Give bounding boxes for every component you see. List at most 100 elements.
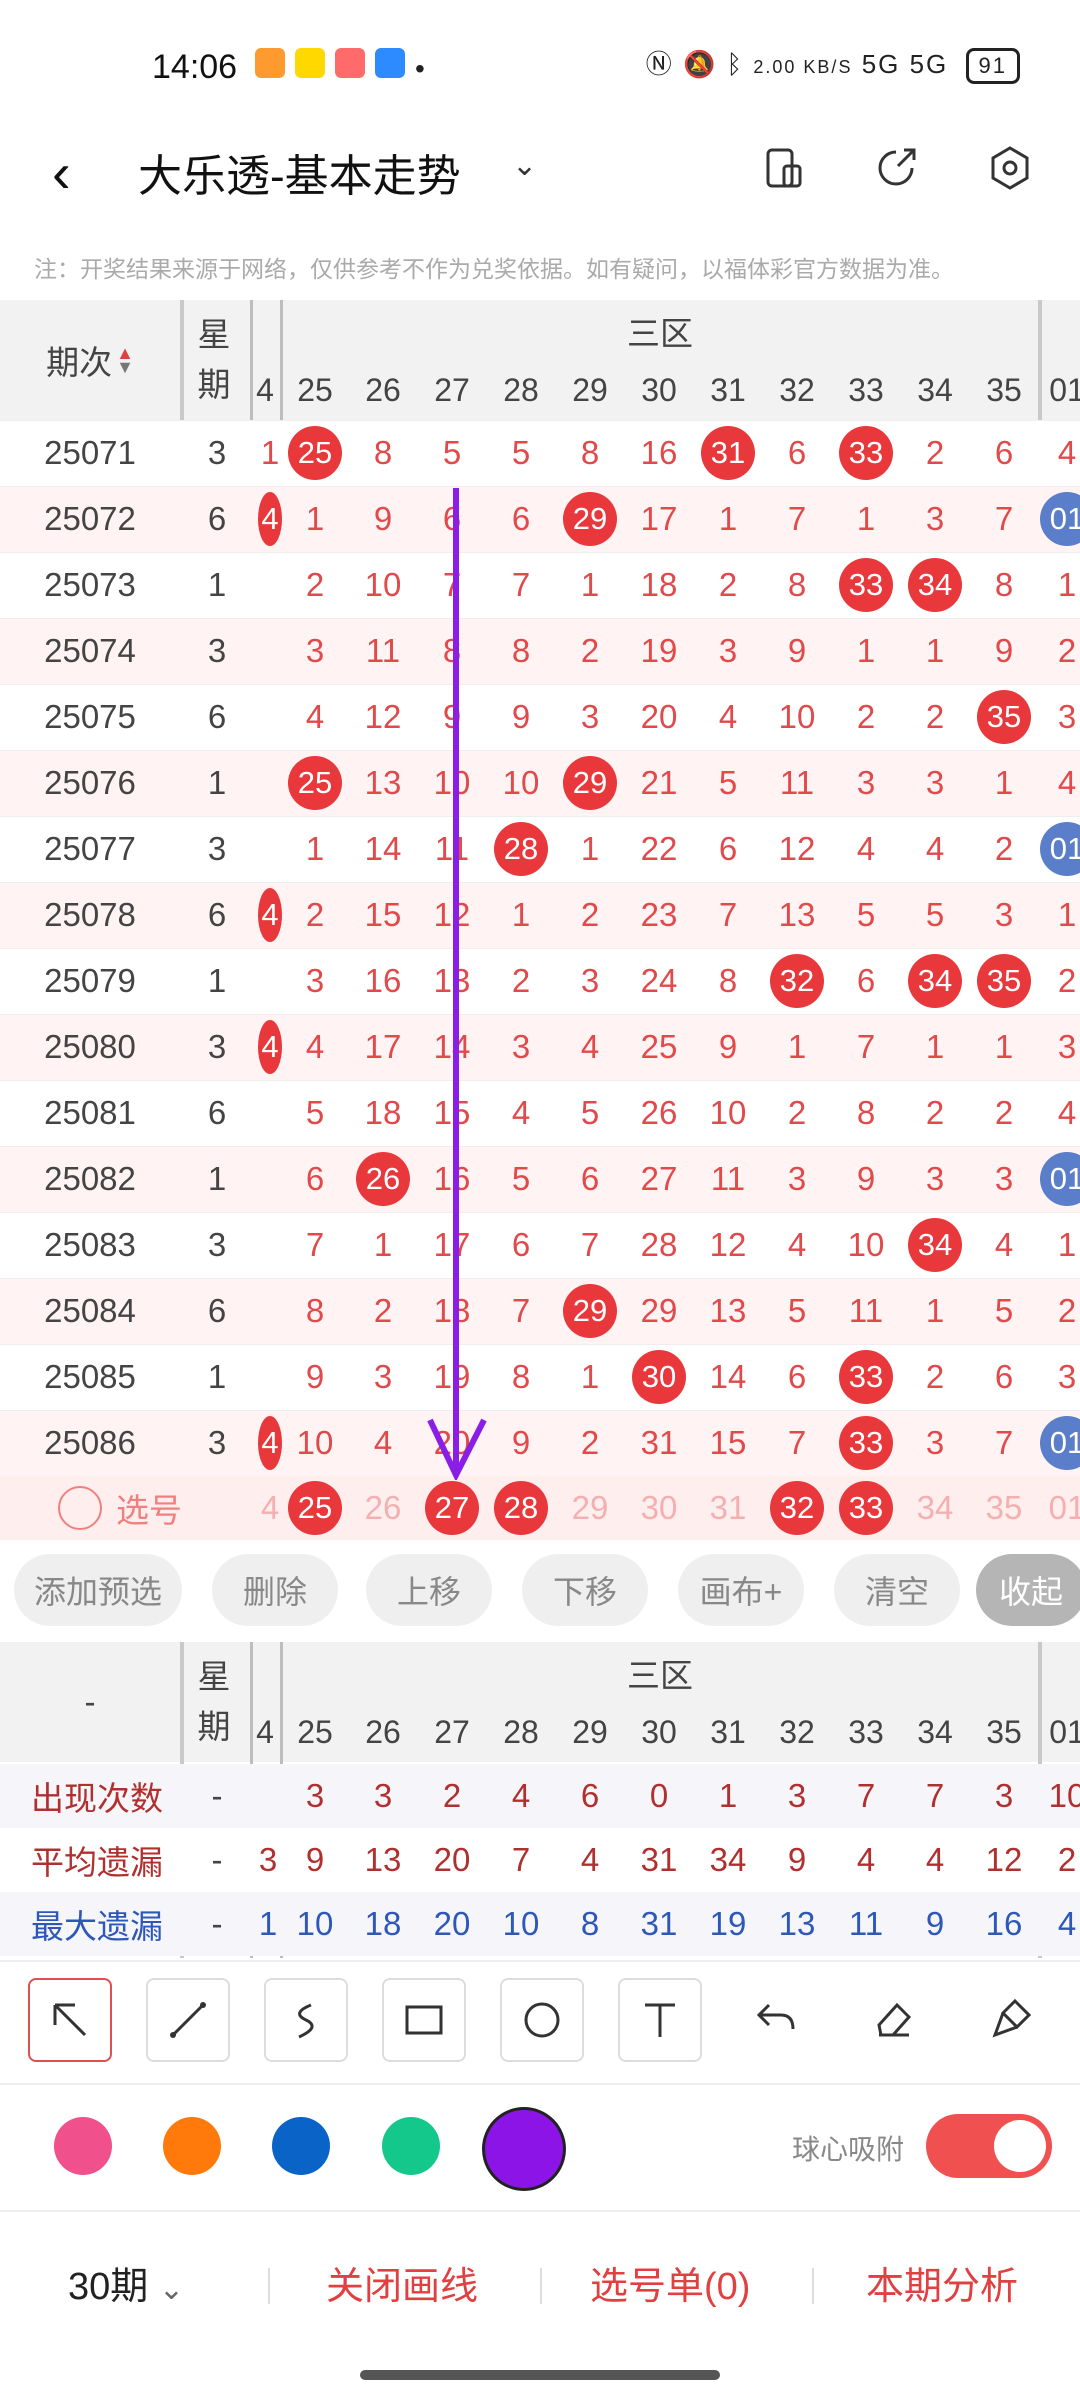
miss-count: 1 bbox=[580, 1358, 600, 1395]
row-issue: 25074 bbox=[44, 632, 136, 669]
clear-brush-icon[interactable] bbox=[972, 1978, 1052, 2058]
device-icon[interactable] bbox=[754, 138, 814, 198]
line-tool-icon[interactable] bbox=[146, 1978, 230, 2062]
analysis-button[interactable]: 本期分析 bbox=[866, 2255, 1018, 2310]
color-swatch[interactable] bbox=[482, 2107, 566, 2191]
rectangle-tool-icon[interactable] bbox=[382, 1978, 466, 2062]
stats-number-header: 30 bbox=[641, 1713, 677, 1750]
miss-count: 8 bbox=[856, 1094, 876, 1131]
number-ball: 33 bbox=[839, 1416, 893, 1470]
miss-count: 15 bbox=[709, 1424, 747, 1461]
stats-cell: 6 bbox=[580, 1777, 600, 1814]
stats-week: - bbox=[211, 1905, 223, 1942]
table-cell: 2 bbox=[1033, 948, 1080, 1014]
period-selector[interactable]: 30期 ⌄ bbox=[68, 2255, 184, 2310]
table-cell: 4 bbox=[281, 684, 349, 750]
action-button[interactable]: 下移 bbox=[522, 1554, 648, 1626]
table-cell: 8 bbox=[694, 948, 762, 1014]
snap-toggle[interactable] bbox=[926, 2114, 1052, 2178]
miss-count: 6 bbox=[994, 1358, 1014, 1395]
miss-count: 15 bbox=[364, 896, 402, 933]
zone-label: 三区 bbox=[627, 315, 693, 352]
stats-dash: - bbox=[84, 1683, 96, 1720]
select-cell[interactable]: 01 bbox=[1033, 1476, 1080, 1540]
select-number: 25 bbox=[288, 1481, 342, 1535]
color-swatch[interactable] bbox=[382, 2117, 440, 2175]
table-cell: 3 bbox=[901, 486, 969, 552]
select-cell[interactable]: 28 bbox=[487, 1476, 555, 1540]
action-button[interactable]: 收起 bbox=[976, 1554, 1080, 1626]
select-cell[interactable]: 33 bbox=[832, 1476, 900, 1540]
table-cell: 10 bbox=[763, 684, 831, 750]
drawn-arrow-line[interactable] bbox=[418, 480, 498, 1480]
number-ball: 33 bbox=[839, 558, 893, 612]
miss-count: 2 bbox=[787, 1094, 807, 1131]
row-issue: 25072 bbox=[44, 500, 136, 537]
table-cell: 4 bbox=[258, 882, 282, 948]
miss-count: 13 bbox=[364, 764, 402, 801]
miss-count: 6 bbox=[994, 434, 1014, 471]
table-cell bbox=[258, 750, 282, 816]
action-button[interactable]: 清空 bbox=[834, 1554, 960, 1626]
stats-label: 平均遗漏 bbox=[31, 1844, 163, 1881]
miss-count: 28 bbox=[640, 1226, 678, 1263]
select-list-button[interactable]: 选号单(0) bbox=[590, 2255, 750, 2310]
select-cell[interactable]: 25 bbox=[281, 1476, 349, 1540]
row-week: 3 bbox=[207, 1424, 227, 1461]
select-cell[interactable]: 32 bbox=[763, 1476, 831, 1540]
col-issue[interactable]: 期次 ▲ ▼ bbox=[30, 330, 150, 390]
select-cell[interactable]: 31 bbox=[694, 1476, 762, 1540]
select-cell[interactable]: 30 bbox=[625, 1476, 693, 1540]
table-cell: 31 bbox=[625, 1410, 693, 1476]
miss-count: 9 bbox=[511, 698, 531, 735]
select-cell[interactable]: 27 bbox=[418, 1476, 486, 1540]
stats-cell: 12 bbox=[985, 1841, 1023, 1878]
table-cell: 2 bbox=[970, 1080, 1038, 1146]
text-tool-icon[interactable] bbox=[618, 1978, 702, 2062]
color-swatch[interactable] bbox=[163, 2117, 221, 2175]
arrow-tool-icon[interactable] bbox=[28, 1978, 112, 2062]
table-cell: 1 bbox=[763, 1014, 831, 1080]
table-cell: 4 bbox=[1033, 750, 1080, 816]
row-week: 1 bbox=[207, 1358, 227, 1395]
stats-cell: 3 bbox=[787, 1777, 807, 1814]
action-button[interactable]: 添加预选 bbox=[14, 1554, 182, 1626]
miss-count: 4 bbox=[994, 1226, 1014, 1263]
miss-count: 2 bbox=[305, 896, 325, 933]
action-button[interactable]: 上移 bbox=[366, 1554, 492, 1626]
circle-tool-icon[interactable] bbox=[500, 1978, 584, 2062]
table-cell: 4 bbox=[281, 1014, 349, 1080]
close-line-button[interactable]: 关闭画线 bbox=[326, 2255, 478, 2310]
chevron-down-icon[interactable]: ⌄ bbox=[512, 148, 537, 183]
table-cell: 16 bbox=[625, 420, 693, 486]
table-cell: 4 bbox=[258, 486, 282, 552]
action-button[interactable]: 删除 bbox=[212, 1554, 338, 1626]
select-label[interactable]: 选号 bbox=[50, 1476, 190, 1540]
settings-icon[interactable] bbox=[980, 138, 1040, 198]
table-cell: 6 bbox=[970, 420, 1038, 486]
page-title[interactable]: 大乐透-基本走势 bbox=[138, 140, 461, 204]
miss-count: 1 bbox=[580, 566, 600, 603]
select-cell[interactable]: 35 bbox=[970, 1476, 1038, 1540]
select-cell[interactable]: 29 bbox=[556, 1476, 624, 1540]
curve-tool-icon[interactable] bbox=[264, 1978, 348, 2062]
select-cell[interactable]: 26 bbox=[349, 1476, 417, 1540]
eraser-icon[interactable] bbox=[854, 1978, 934, 2058]
undo-icon[interactable] bbox=[736, 1978, 816, 2058]
share-icon[interactable] bbox=[866, 138, 926, 198]
action-button[interactable]: 画布+ bbox=[678, 1554, 804, 1626]
table-cell: 6 bbox=[763, 420, 831, 486]
color-swatch[interactable] bbox=[54, 2117, 112, 2175]
miss-count: 6 bbox=[511, 1226, 531, 1263]
stats-col-week-label: 星期 bbox=[197, 1658, 231, 1745]
status-bar: 14:06 • Ⓝ 🔕 ᛒ 2.00 KB/S 5G 5G 91 bbox=[0, 0, 1080, 120]
color-swatch[interactable] bbox=[272, 2117, 330, 2175]
miss-count: 16 bbox=[640, 434, 678, 471]
stats-cell bbox=[256, 1764, 280, 1828]
select-cell[interactable]: 34 bbox=[901, 1476, 969, 1540]
select-cell[interactable]: 4 bbox=[258, 1476, 282, 1540]
back-button[interactable]: ‹ bbox=[52, 140, 71, 205]
stats-cell: 4 bbox=[511, 1777, 531, 1814]
table-cell: 15 bbox=[349, 882, 417, 948]
stats-number-header: 35 bbox=[986, 1713, 1022, 1750]
